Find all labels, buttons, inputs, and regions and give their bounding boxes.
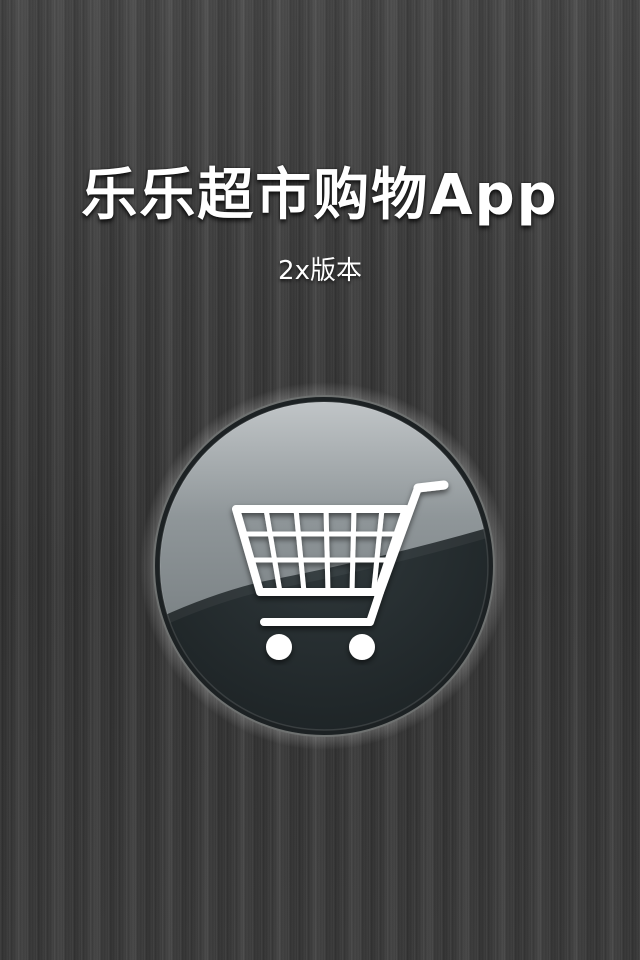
- shopping-cart-icon: [140, 382, 508, 750]
- shopping-cart-button[interactable]: [140, 382, 508, 750]
- splash-screen: 乐乐超市购物App 2x版本: [0, 0, 640, 960]
- version-label: 2x版本: [278, 256, 362, 286]
- app-title: 乐乐超市购物App: [81, 163, 559, 228]
